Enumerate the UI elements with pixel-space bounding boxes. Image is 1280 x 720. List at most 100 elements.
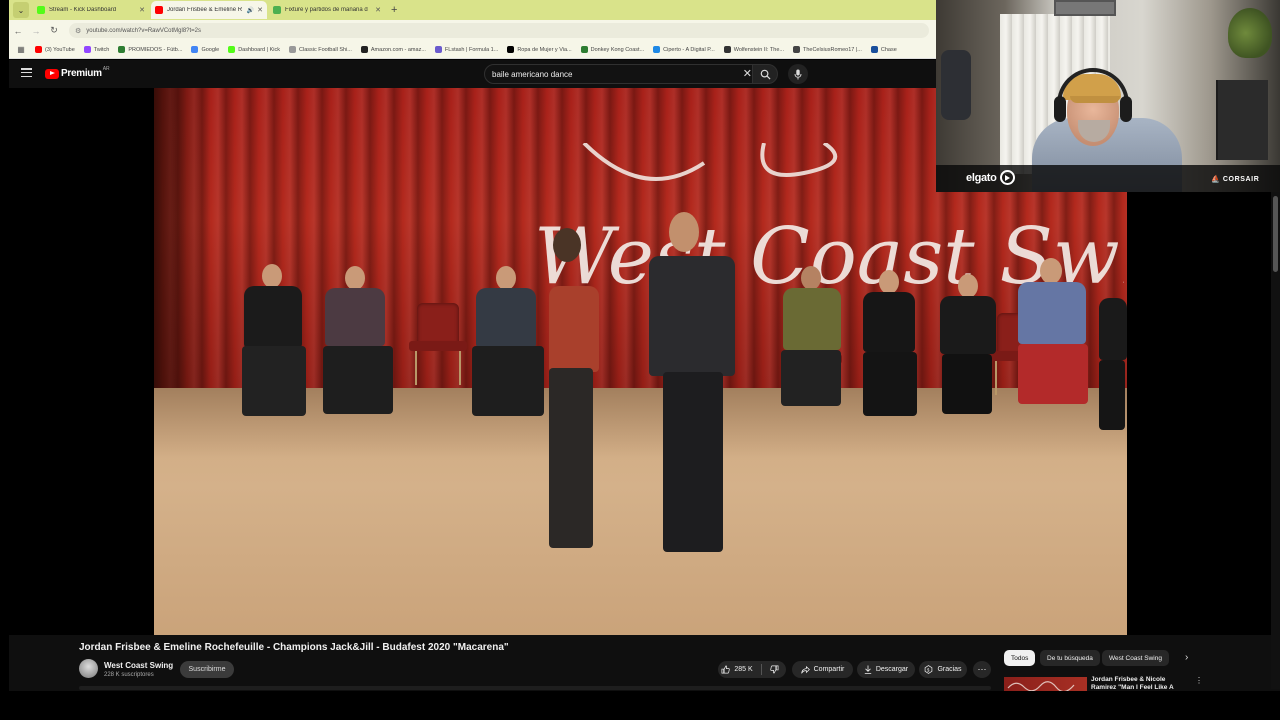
headphones-right-cup (1120, 96, 1132, 122)
recommended-video-title[interactable]: Jordan Frisbee & Nicole Ramirez "Man I F… (1091, 676, 1183, 691)
site-info-icon[interactable]: ⚙ (75, 27, 81, 35)
chevron-right-icon[interactable]: › (1185, 652, 1188, 663)
forward-arrow-icon[interactable]: → (27, 26, 45, 36)
search-icon (760, 69, 771, 80)
scrollbar-thumb[interactable] (1273, 196, 1278, 272)
elgato-wordmark: elgato (966, 171, 997, 184)
tab-kick-dashboard[interactable]: Stream - Kick Dashboard ✕ (33, 1, 149, 19)
thanks-button[interactable]: $ Gracias (919, 661, 967, 678)
screen: ⌄ Stream - Kick Dashboard ✕ Jordan Frisb… (0, 0, 1280, 720)
channel-name[interactable]: West Coast Swing (104, 661, 173, 670)
chip-all[interactable]: Todos (1004, 650, 1036, 666)
bookmark-label: Google (201, 46, 220, 53)
globe-icon (580, 46, 588, 53)
amazon-icon (360, 46, 368, 53)
webcam-overlay: elgato ⛵ CORSAIR (936, 0, 1280, 192)
url-text: youtube.com/watch?v=RawVCotMgl8?t=2s (86, 27, 202, 34)
download-label: Descargar (875, 666, 909, 673)
url-field[interactable]: ⚙ youtube.com/watch?v=RawVCotMgl8?t=2s (69, 23, 929, 38)
globe-icon (723, 46, 731, 53)
bookmark-donkey-kong[interactable]: Donkey Kong Coast... (580, 46, 644, 53)
bookmark-label: Amazon.com - amaz... (370, 46, 426, 53)
thumbs-down-icon[interactable] (769, 665, 779, 674)
bookmark-ropa[interactable]: Ropa de Mujer y Via... (507, 46, 572, 53)
video-title: Jordan Frisbee & Emeline Rochefeuille - … (79, 642, 509, 653)
chip-west-coast-swing[interactable]: West Coast Swing (1102, 650, 1169, 666)
bookmark-promiedos[interactable]: PROMIEDOS - Fútb... (118, 46, 182, 53)
kick-icon (228, 46, 236, 53)
recommendation-menu-icon[interactable]: ⋮ (1195, 676, 1203, 685)
plant (1228, 8, 1272, 58)
bookmark-classic-football[interactable]: Classic Football Shi... (289, 46, 352, 53)
bookmark-youtube[interactable]: (3) YouTube (35, 46, 75, 53)
bookmarks-bar: ▦ (3) YouTube Twitch PROMIEDOS - Fútb...… (9, 41, 936, 59)
share-label: Compartir (813, 666, 845, 673)
chip-from-search[interactable]: De tu búsqueda (1040, 650, 1100, 666)
chair (409, 303, 467, 385)
globe-icon (653, 46, 661, 53)
page-scrollbar[interactable] (1271, 192, 1280, 689)
like-button[interactable]: 285 K (721, 665, 753, 674)
bookmark-label: (3) YouTube (45, 46, 75, 53)
new-tab-plus-icon[interactable]: + (391, 4, 397, 16)
search-input[interactable] (492, 69, 722, 79)
search-button[interactable] (752, 64, 778, 84)
clear-search-icon[interactable]: ✕ (743, 68, 752, 80)
bookmark-chase[interactable]: Chase (870, 46, 897, 53)
youtube-header: Premium AR ✕ (9, 60, 936, 88)
corsair-wordmark: CORSAIR (1222, 176, 1260, 183)
menu-hamburger-icon[interactable] (21, 68, 32, 77)
region-code: AR (102, 65, 110, 72)
channel-avatar[interactable] (79, 659, 98, 678)
bookmark-kick[interactable]: Dashboard | Kick (228, 46, 280, 53)
chase-icon (870, 46, 878, 53)
back-arrow-icon[interactable]: ← (9, 26, 27, 36)
google-icon (191, 46, 199, 53)
headphones-left-cup (1054, 96, 1066, 122)
youtube-premium-logo[interactable]: Premium AR (45, 65, 110, 79)
speaker-icon[interactable]: 🔊 (247, 7, 254, 14)
voice-search-button[interactable] (788, 64, 808, 84)
youtube-favicon-icon (155, 6, 163, 14)
bookmark-celsius[interactable]: TheCelsiusRomeo17 |... (792, 46, 862, 53)
tab-title: Jordan Frisbee & Emeline R (167, 7, 243, 13)
tab-youtube-video[interactable]: Jordan Frisbee & Emeline R 🔊 ✕ (151, 1, 267, 19)
bookmark-label: Wolfenstein II: The... (733, 46, 784, 53)
bookmark-label: Chase (880, 46, 897, 53)
bookmark-label: Dashboard | Kick (238, 46, 280, 53)
more-actions-button[interactable]: ⋯ (973, 661, 991, 678)
tab-close-icon[interactable]: ✕ (375, 6, 381, 14)
bookmark-twitch[interactable]: Twitch (83, 46, 109, 53)
bookmark-label: PROMIEDOS - Fútb... (128, 46, 183, 53)
elgato-play-icon (999, 170, 1015, 185)
kick-favicon-icon (37, 6, 45, 14)
promiedos-icon (118, 46, 126, 53)
share-button[interactable]: Compartir (792, 661, 853, 678)
subscribe-button[interactable]: Suscribirme (180, 661, 234, 678)
description-box-edge (79, 686, 991, 690)
search-box[interactable]: ✕ (484, 64, 760, 84)
microphone-icon (794, 69, 802, 79)
wall-frame (1054, 0, 1116, 16)
share-arrow-icon (800, 665, 810, 674)
tab-fixture[interactable]: Fixture y partidos de mañana d ✕ (269, 1, 385, 19)
bookmark-google[interactable]: Google (191, 46, 219, 53)
shelf (1216, 80, 1268, 160)
tab-list-chevron-icon[interactable]: ⌄ (13, 2, 29, 18)
video-info-panel: Jordan Frisbee & Emeline Rochefeuille - … (9, 635, 1280, 691)
recommended-video-thumbnail[interactable] (1004, 677, 1087, 691)
tab-title: Stream - Kick Dashboard (49, 7, 117, 13)
bookmark-wolfenstein[interactable]: Wolfenstein II: The... (723, 46, 784, 53)
bookmark-label: Ciperto - A Digital P... (663, 46, 715, 53)
bookmark-ciperto[interactable]: Ciperto - A Digital P... (653, 46, 715, 53)
bookmark-f1[interactable]: FLstash | Formula 1... (434, 46, 498, 53)
download-button[interactable]: Descargar (857, 661, 915, 678)
tab-close-icon[interactable]: ✕ (139, 6, 145, 14)
thanks-label: Gracias (937, 666, 962, 673)
tab-close-icon[interactable]: ✕ (257, 6, 263, 14)
youtube-icon (35, 46, 42, 53)
bookmark-amazon[interactable]: Amazon.com - amaz... (360, 46, 426, 53)
reload-icon[interactable]: ↻ (45, 25, 63, 36)
apps-grid-icon[interactable]: ▦ (13, 45, 29, 54)
bookmark-label: Ropa de Mujer y Via... (517, 46, 572, 53)
